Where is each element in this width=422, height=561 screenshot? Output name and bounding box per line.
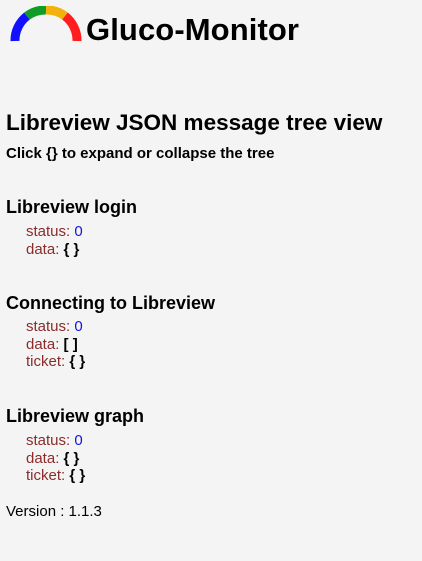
json-row-ticket: ticket: { } [26, 353, 85, 371]
json-key-separator: : [55, 240, 64, 258]
json-key-status: status [26, 318, 67, 335]
json-row-status: status: 0 [26, 223, 83, 241]
expand-collapse-object-toggle[interactable]: { } [69, 353, 85, 370]
json-key-ticket: ticket [26, 467, 62, 484]
json-value-status: 0 [74, 432, 83, 449]
json-key-data: data [26, 240, 56, 258]
json-key-ticket: ticket [26, 353, 62, 370]
section-title-libreview-graph: Libreview graph [6, 405, 145, 426]
json-key-data: data [26, 335, 56, 353]
expand-collapse-object-toggle[interactable]: { } [64, 241, 80, 258]
page-title: Libreview JSON message tree view [6, 110, 383, 136]
json-tree-connecting-to-libreview: status: 0 data: [ ] ticket: { } [26, 318, 85, 371]
expand-collapse-object-toggle[interactable]: { } [69, 467, 85, 484]
json-row-data: data: [ ] [26, 336, 85, 354]
json-key-data: data [26, 449, 56, 467]
json-row-status: status: 0 [26, 318, 85, 336]
json-value-status: 0 [74, 223, 83, 240]
json-key-status: status [26, 432, 67, 449]
json-row-ticket: ticket: { } [26, 467, 85, 485]
json-key-separator: : [55, 449, 64, 467]
json-key-separator: : [55, 335, 64, 353]
gauge-arc-icon [10, 6, 82, 42]
json-row-data: data: { } [26, 450, 85, 468]
json-row-status: status: 0 [26, 432, 85, 450]
json-tree-libreview-graph: status: 0 data: { } ticket: { } [26, 432, 85, 485]
json-row-data: data: { } [26, 241, 83, 259]
section-title-connecting-to-libreview: Connecting to Libreview [6, 292, 216, 313]
app-title: Gluco-Monitor [86, 12, 300, 47]
expand-collapse-object-toggle[interactable]: { } [64, 450, 80, 467]
page: Gluco-Monitor Libreview JSON message tre… [0, 0, 422, 561]
section-title-libreview-login: Libreview login [6, 196, 138, 217]
app-header: Gluco-Monitor [0, 0, 422, 62]
expand-collapse-instruction: Click {} to expand or collapse the tree [6, 145, 275, 162]
version-label: Version : 1.1.3 [6, 503, 102, 520]
expand-collapse-array-toggle[interactable]: [ ] [64, 336, 78, 353]
json-key-status: status [26, 223, 67, 240]
json-value-status: 0 [74, 318, 83, 335]
json-tree-libreview-login: status: 0 data: { } [26, 223, 83, 258]
